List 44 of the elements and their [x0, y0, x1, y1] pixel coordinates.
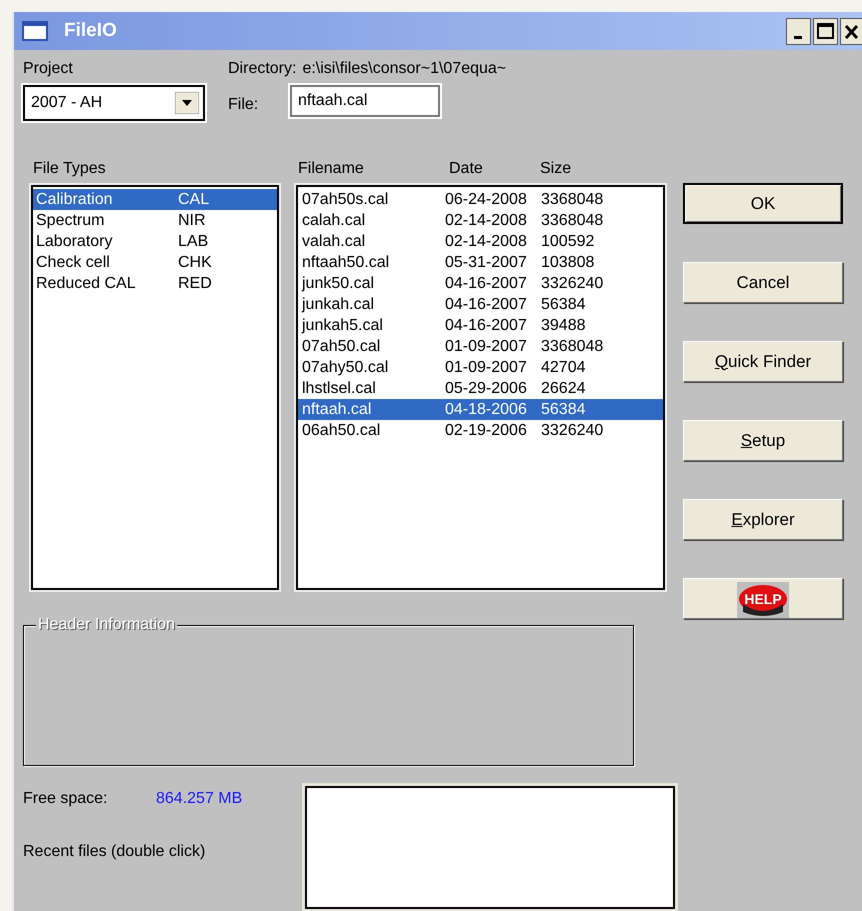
file-type-item[interactable]: Reduced CAL RED — [33, 273, 277, 294]
help-button[interactable]: HELP — [683, 578, 843, 619]
help-icon: HELP — [737, 582, 789, 618]
dialog-button[interactable]: Explorer — [683, 499, 843, 540]
file-row[interactable]: 07ah50s.cal 06-24-2008 3368048 — [298, 189, 663, 210]
dialog-button[interactable]: Cancel — [683, 262, 843, 303]
file-row[interactable]: junkah5.cal 04-16-2007 39488 — [298, 315, 663, 336]
project-label: Project — [23, 60, 74, 78]
dropdown-arrow-icon[interactable] — [175, 92, 199, 114]
minimize-icon[interactable] — [786, 18, 811, 44]
file-row[interactable]: lhstlsel.cal 05-29-2006 26624 — [298, 378, 663, 399]
column-header: Date — [449, 160, 484, 178]
file-row[interactable]: junk50.cal 04-16-2007 3326240 — [298, 273, 663, 294]
project-dropdown[interactable]: 2007 - AH — [23, 85, 205, 121]
recent-files-label: Recent files (double click) — [23, 843, 206, 861]
close-icon[interactable] — [840, 18, 862, 44]
dialog-button[interactable]: Setup — [683, 420, 843, 461]
column-header: Filename — [297, 160, 365, 178]
file-row[interactable]: valah.cal 02-14-2008 100592 — [298, 231, 663, 252]
dialog-button[interactable]: OK — [683, 183, 843, 224]
file-row[interactable]: nftaah.cal 04-18-2006 56384 — [298, 399, 663, 420]
window-icon — [22, 21, 48, 41]
file-type-item[interactable]: Check cell CHK — [33, 252, 277, 273]
directory-path: e:\isi\files\consor~1\07equa~ — [302, 60, 506, 77]
file-label: File: — [228, 95, 260, 115]
dialog-button[interactable]: Quick Finder — [683, 341, 843, 382]
file-row[interactable]: 07ah50.cal 01-09-2007 3368048 — [298, 336, 663, 357]
maximize-icon[interactable] — [813, 18, 838, 44]
file-row[interactable]: calah.cal 02-14-2008 3368048 — [298, 210, 663, 231]
file-type-item[interactable]: Calibration CAL — [33, 189, 277, 210]
file-row[interactable]: nftaah50.cal 05-31-2007 103808 — [298, 252, 663, 273]
file-field[interactable]: nftaah.cal — [290, 85, 440, 117]
column-header: Size — [540, 160, 572, 178]
file-row[interactable]: 06ah50.cal 02-19-2006 3326240 — [298, 420, 663, 441]
file-row[interactable]: junkah.cal 04-16-2007 56384 — [298, 294, 663, 315]
free-space-value: 864.257 MB — [156, 790, 242, 808]
free-space-label: Free space: — [23, 790, 108, 808]
file-type-item[interactable]: Spectrum NIR — [33, 210, 277, 231]
directory-label: Directory: — [228, 60, 296, 77]
file-row[interactable]: 07ahy50.cal 01-09-2007 42704 — [298, 357, 663, 378]
file-types-label: File Types — [32, 160, 107, 178]
window-title: FileIO — [64, 20, 117, 42]
recent-files-list[interactable] — [305, 786, 675, 909]
file-type-item[interactable]: Laboratory LAB — [33, 231, 277, 252]
